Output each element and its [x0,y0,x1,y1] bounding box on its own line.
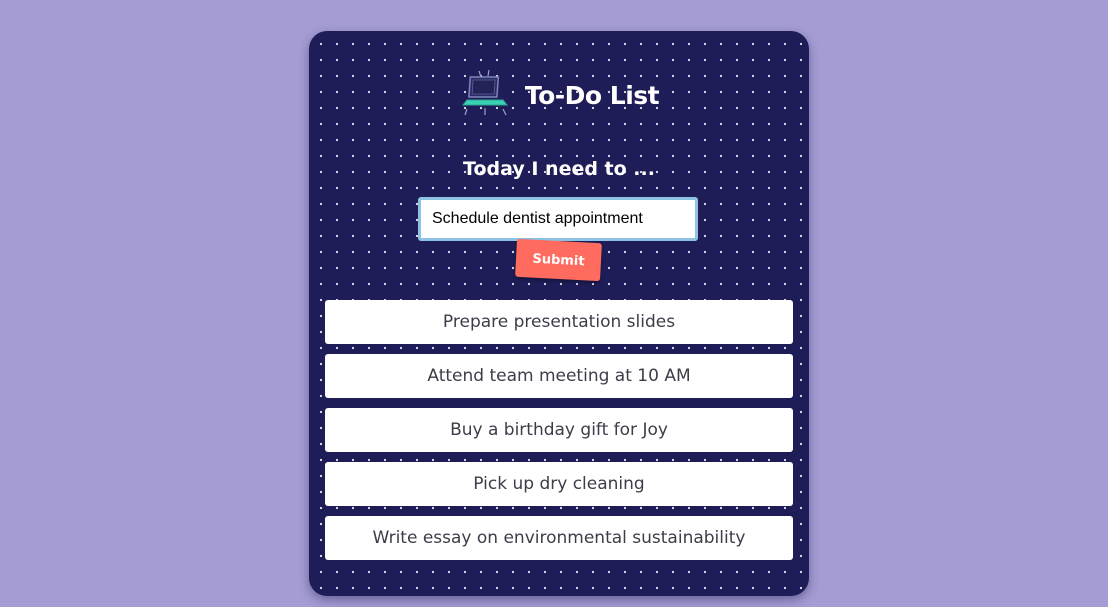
todo-card: To-Do List Today I need to ... Submit Pr… [309,31,809,596]
submit-button[interactable]: Submit [515,238,602,282]
task-item[interactable]: Buy a birthday gift for Joy [325,408,793,452]
app-title: To-Do List [524,80,660,110]
task-item[interactable]: Attend team meeting at 10 AM [325,354,793,398]
laptop-icon [461,69,508,116]
app-header: To-Do List [309,67,809,119]
task-item[interactable]: Pick up dry cleaning [325,462,793,506]
task-item[interactable]: Write essay on environmental sustainabil… [325,516,793,560]
task-list: Prepare presentation slides Attend team … [325,300,793,570]
task-item[interactable]: Prepare presentation slides [325,300,793,344]
input-prompt: Today I need to ... [463,158,655,180]
task-input[interactable] [418,197,698,241]
